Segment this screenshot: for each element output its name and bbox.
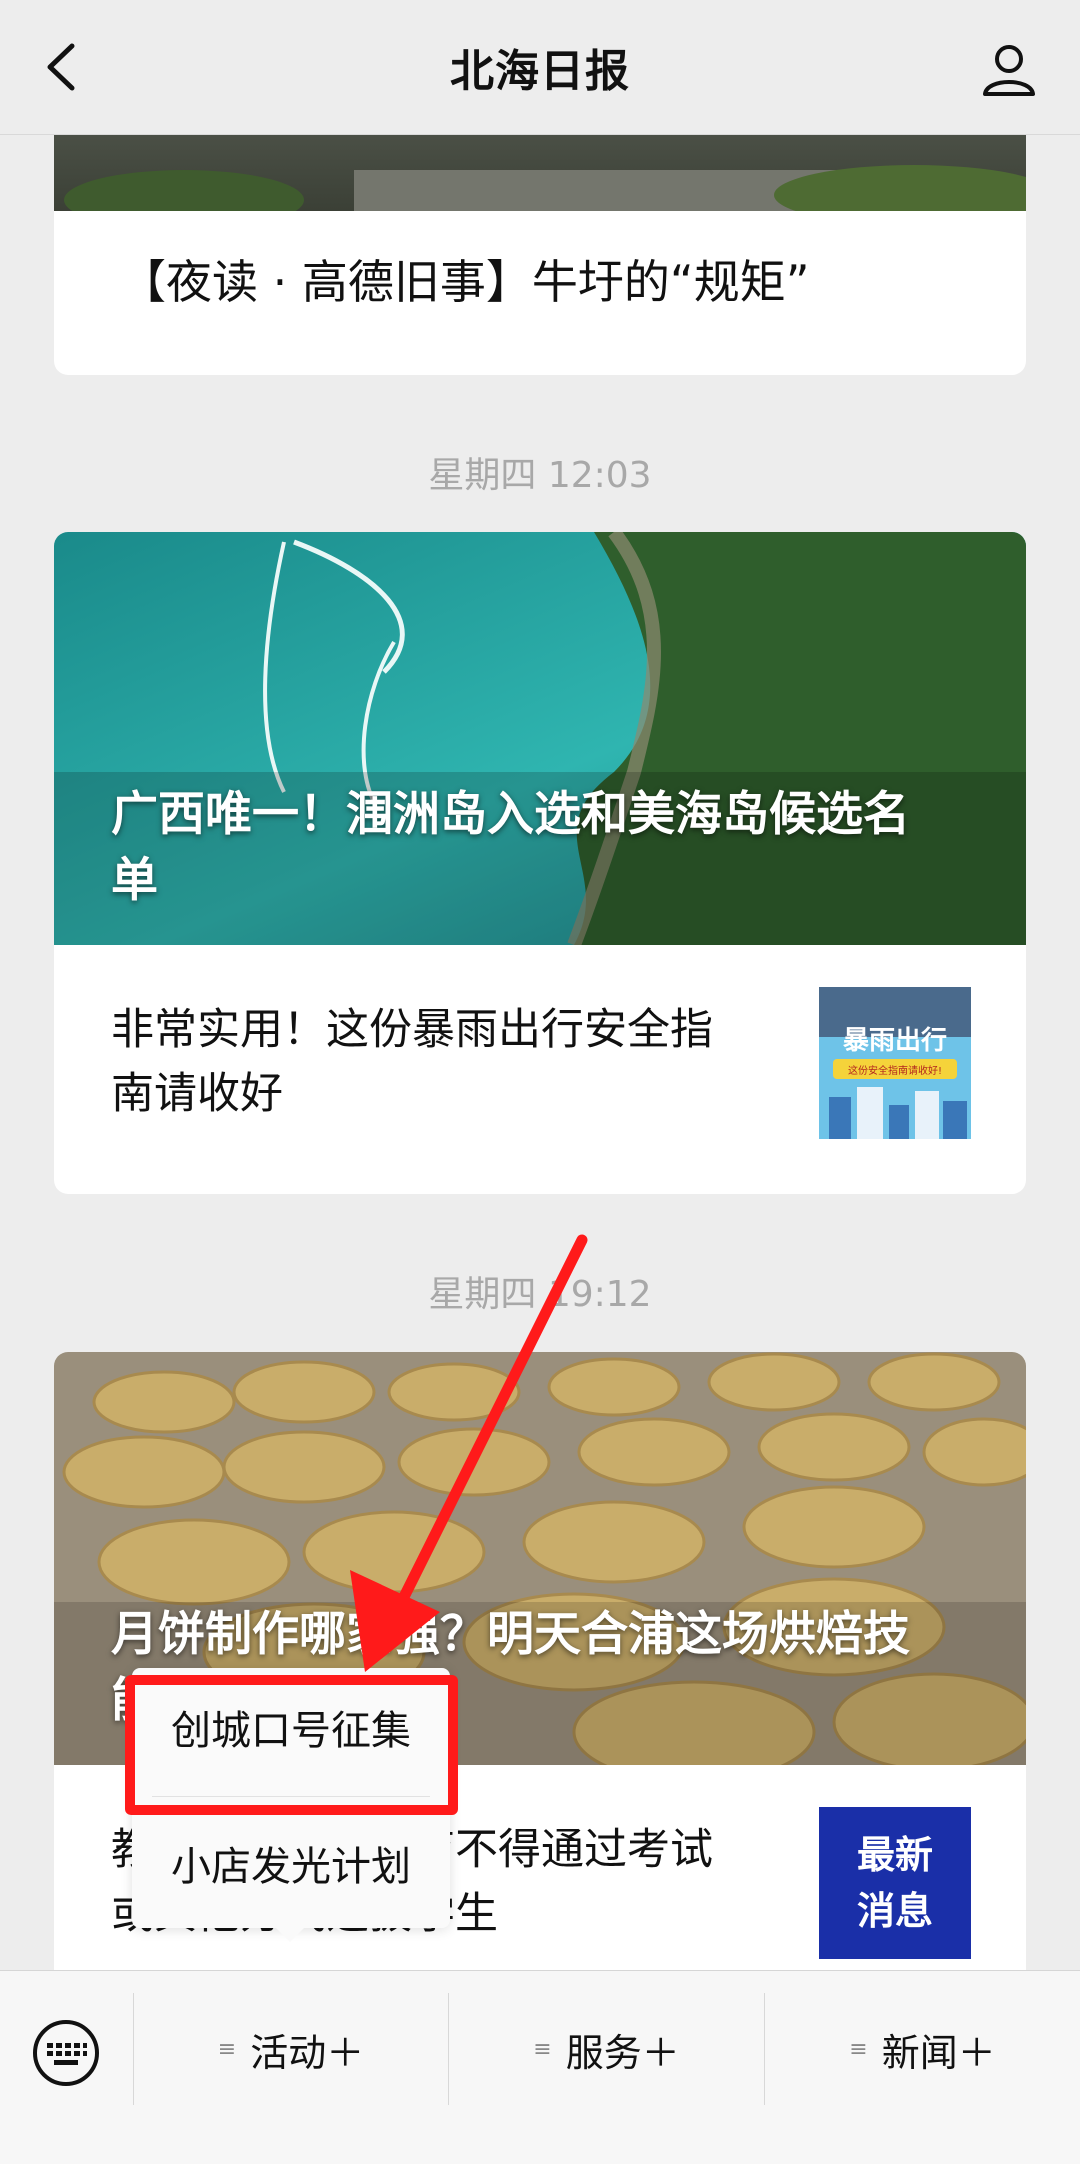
highlight-box — [125, 1675, 458, 1815]
thumbnail-subtext: 这份安全指南请收好! — [848, 1064, 942, 1077]
back-arrow-icon[interactable] — [38, 40, 88, 94]
article-thumbnail: 暴雨出行 这份安全指南请收好! — [819, 987, 971, 1139]
article-card[interactable]: 广西唯一！涠洲岛入选和美海岛候选名单 非常实用！这份暴雨出行安全指南请收好 暴雨… — [54, 532, 1026, 1194]
profile-icon[interactable] — [980, 40, 1038, 98]
thumbnail-text: 暴雨出行 — [843, 1025, 947, 1056]
keyboard-icon[interactable] — [30, 2017, 102, 2089]
bottom-menu-bar: ≡ 活动＋ ≡ 服务＋ ≡ 新闻＋ — [0, 1970, 1080, 2164]
menu-services-label: 服务＋ — [565, 2030, 680, 2075]
menu-activities-label: 活动＋ — [250, 2030, 365, 2075]
hero-title: 广西唯一！涠洲岛入选和美海岛候选名单 — [111, 787, 910, 908]
timestamp: 星期四 12:03 — [428, 455, 652, 496]
menu-services[interactable]: ≡ 服务＋ — [449, 1989, 764, 2109]
menu-lines-icon: ≡ — [217, 2036, 237, 2062]
menu-news[interactable]: ≡ 新闻＋ — [765, 1989, 1080, 2109]
top-nav-bar: 北海日报 — [0, 0, 1080, 135]
menu-activities[interactable]: ≡ 活动＋ — [134, 1989, 448, 2109]
menu-news-label: 新闻＋ — [881, 2030, 996, 2075]
menu-lines-icon: ≡ — [533, 2036, 552, 2062]
popup-caret — [274, 1926, 306, 1942]
timestamp: 星期四 19:12 — [428, 1274, 652, 1315]
thumbnail-text: 最新消息 — [856, 1833, 933, 1933]
page-title: 北海日报 — [450, 46, 630, 97]
article-title: 【夜读 · 高德旧事】牛圩的“规矩” — [120, 255, 810, 309]
menu-item-shop-shine-plan[interactable]: 小店发光计划 — [132, 1804, 450, 1922]
article-title: 非常实用！这份暴雨出行安全指南请收好 — [111, 1005, 713, 1119]
menu-lines-icon: ≡ — [849, 2036, 868, 2062]
article-thumbnail: 最新消息 — [819, 1807, 971, 1959]
